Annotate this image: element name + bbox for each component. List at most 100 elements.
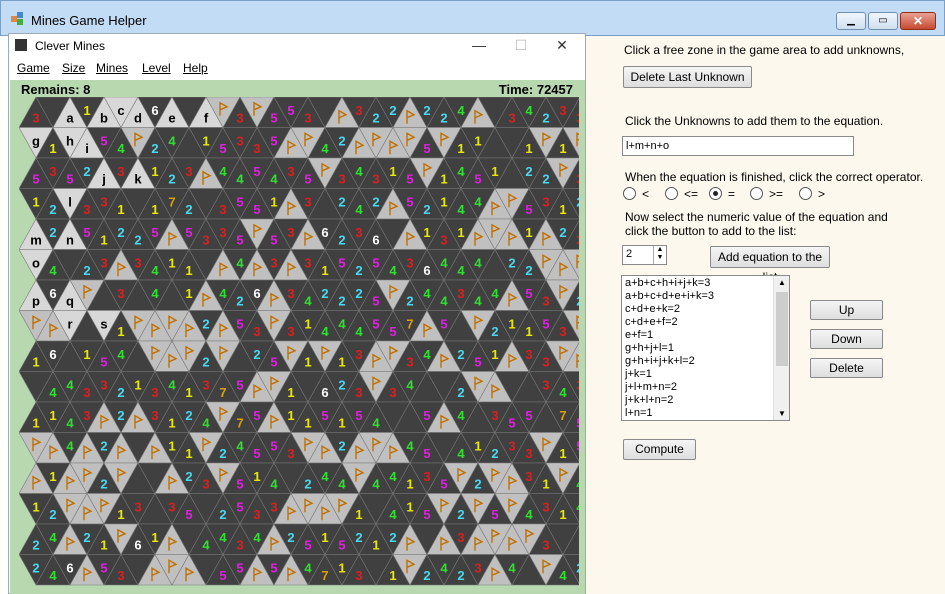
equation-list-item[interactable]: c+d+e+f=2 [622, 316, 789, 329]
cell-number: 4 [151, 263, 159, 278]
menu-mines[interactable]: Mines [96, 61, 128, 75]
delete-button[interactable]: Delete [810, 358, 883, 378]
cell-number: 3 [83, 202, 90, 217]
numeric-value-stepper[interactable]: 2 ▲ ▼ [622, 245, 667, 265]
cell-number: 2 [49, 225, 56, 240]
cell-number: 4 [389, 507, 397, 522]
equation-list-item[interactable]: e+f=1 [622, 329, 789, 342]
equation-list-item[interactable]: c+d+e+k=2 [622, 303, 789, 316]
cell-number: 1 [253, 469, 260, 484]
cell-number: 3 [576, 233, 579, 248]
cell-number: 4 [49, 568, 57, 583]
cell-number: 6 [134, 538, 141, 553]
cell-number: 5 [236, 233, 243, 248]
scroll-down-icon[interactable]: ▼ [774, 409, 789, 418]
game-minimize-button[interactable]: — [464, 36, 494, 54]
cell-number: 5 [270, 355, 277, 370]
radio-equal[interactable] [709, 187, 722, 200]
delete-last-unknown-button[interactable]: Delete Last Unknown [623, 66, 752, 88]
cell-number: 2 [32, 538, 39, 553]
scroll-thumb[interactable] [776, 292, 788, 366]
game-title: Clever Mines [35, 39, 106, 53]
radio-less[interactable] [623, 187, 636, 200]
spinner-down-icon[interactable]: ▼ [654, 254, 666, 262]
minimize-button[interactable]: ▁ [836, 12, 866, 30]
radio-greater-equal[interactable] [750, 187, 763, 200]
radio-greater-equal-label: >= [769, 187, 784, 201]
cell-number: 3 [236, 538, 243, 553]
spinner-up-icon[interactable]: ▲ [654, 246, 666, 254]
cell-number: 3 [542, 499, 549, 514]
add-equation-button[interactable]: Add equation to the list [710, 246, 830, 284]
radio-equal-label: = [728, 187, 736, 201]
unknown-label: b [100, 111, 108, 126]
cell-number: 1 [49, 469, 56, 484]
game-menubar: Game Size Mines Level Help [9, 58, 585, 78]
cell-number: 5 [236, 499, 243, 514]
equation-list-item[interactable]: j+k+l+n=2 [622, 394, 789, 407]
cell-number: 1 [491, 347, 498, 362]
equation-list-item[interactable]: a+b+c+d+e+i+k=3 [622, 290, 789, 303]
cell-number: 4 [168, 377, 176, 392]
cell-number: 5 [491, 507, 498, 522]
equation-list-item[interactable]: a+b+c+h+i+j+k=3 [622, 277, 789, 290]
radio-less-equal[interactable] [665, 187, 678, 200]
maximize-button[interactable]: ▭ [868, 12, 898, 30]
cell-number: 6 [49, 347, 56, 362]
cell-number: 3 [355, 385, 362, 400]
game-maximize-button[interactable]: ☐ [506, 36, 536, 54]
game-area[interactable]: Remains: 8 Time: 72457 3a1bcd6ef35533222… [10, 80, 585, 594]
cell-number: 3 [542, 538, 549, 553]
unknown-label: r [67, 316, 72, 331]
equation-list-item[interactable]: l+n=1 [622, 407, 789, 420]
cell-number: 3 [525, 446, 532, 461]
unknown-label: h [66, 133, 74, 148]
cell-number: 1 [321, 530, 328, 545]
radio-greater[interactable] [799, 187, 812, 200]
up-button[interactable]: Up [810, 300, 883, 320]
instruction-numeric-value: Now select the numeric value of the equa… [625, 210, 888, 238]
cell-number: 2 [185, 408, 192, 423]
mine-icon [15, 39, 27, 51]
equation-list-item[interactable]: j+k=1 [622, 368, 789, 381]
equation-list-item[interactable]: g+h+i+j+k+l=2 [622, 355, 789, 368]
cell-number: 4 [49, 263, 57, 278]
game-close-button[interactable]: ✕ [547, 36, 577, 54]
menu-size[interactable]: Size [62, 61, 85, 75]
cell-number: 1 [185, 263, 192, 278]
cell-number: 3 [202, 377, 209, 392]
cell-number: 3 [372, 172, 379, 187]
compute-button[interactable]: Compute [623, 439, 696, 460]
minefield-board[interactable]: 3a1bcd6ef355332222434233g1hi542415335425… [19, 97, 579, 594]
close-button[interactable]: ✕ [900, 12, 936, 30]
cell-number: 4 [338, 316, 346, 331]
cell-number: 3 [440, 233, 447, 248]
equation-list[interactable]: a+b+c+h+i+j+k=3 a+b+c+d+e+i+k=3 c+d+e+k=2 c… [621, 275, 790, 421]
cell-number: 1 [508, 316, 515, 331]
down-button[interactable]: Down [810, 329, 883, 349]
cell-number: 2 [576, 560, 579, 575]
cell-number: 4 [236, 172, 244, 187]
cell-number: 3 [202, 233, 209, 248]
cell-number: 2 [287, 530, 294, 545]
menu-level[interactable]: Level [142, 61, 171, 75]
cell-number: 3 [542, 355, 549, 370]
cell-number: 3 [168, 499, 175, 514]
cell-number: 3 [134, 255, 141, 270]
menu-game[interactable]: Game [17, 61, 50, 75]
equation-field[interactable]: l+m+n+o [622, 136, 854, 156]
cell-number: 4 [525, 103, 533, 118]
time-counter: Time: 72457 [498, 82, 573, 97]
cell-number: 1 [304, 416, 311, 431]
cell-number: 3 [253, 324, 260, 339]
equation-list-item[interactable]: g+h+j+l=1 [622, 342, 789, 355]
cell-number: 3 [219, 202, 226, 217]
cell-number: 4 [525, 507, 533, 522]
list-scrollbar[interactable]: ▲ ▼ [773, 276, 789, 420]
menu-help[interactable]: Help [183, 61, 208, 75]
cell-number: 4 [406, 438, 414, 453]
equation-list-item[interactable]: j+l+m+n=2 [622, 381, 789, 394]
cell-number: 1 [168, 416, 175, 431]
scroll-up-icon[interactable]: ▲ [774, 278, 789, 287]
cell-number: 2 [355, 530, 362, 545]
